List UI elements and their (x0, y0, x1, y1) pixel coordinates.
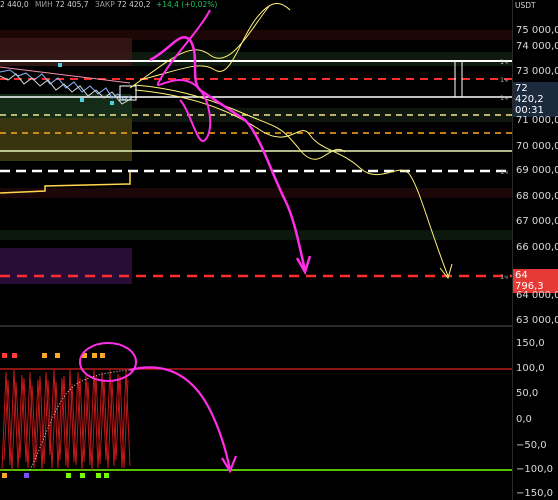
marker-3 (80, 98, 84, 102)
volume-profile-yellow (0, 117, 132, 161)
yellow-path-1 (129, 4, 271, 89)
price-tick: 67 000,0 (516, 216, 558, 227)
osc-tick: 0,0 (516, 414, 532, 425)
osc-tick: 150,0 (516, 338, 545, 349)
chart-canvas[interactable]: 1ч 1ч 1ч 1ч 1ч (0, 0, 558, 500)
change-value: +14,4 (+0,02%) (155, 0, 218, 9)
volume-profile-purple (0, 248, 132, 284)
osc-tick: 50,0 (516, 388, 539, 399)
price-tick: 64 000,0 (516, 290, 558, 301)
level-tag-4: 1ч (500, 168, 508, 176)
yellow-path-3 (134, 84, 346, 160)
close-value: 72 420,2 (117, 0, 151, 9)
price-tick: 71 000,0 (516, 115, 558, 126)
level-tag-3: 1ч (500, 94, 508, 102)
level-tag-1: 1ч (500, 58, 508, 66)
osc-tick: −100,0 (516, 464, 554, 475)
price-tick: 69 000,0 (516, 165, 558, 176)
level-tag-5: 1ч (500, 273, 508, 281)
current-price-badge: 72 420,2 00:31 (513, 82, 558, 117)
low-label: МИН (35, 0, 53, 9)
magenta-osc-arrow (129, 366, 232, 471)
close-label: ЗАКР (94, 0, 115, 9)
magenta-circle (79, 342, 137, 382)
osc-tick: 100,0 (516, 363, 545, 374)
range-bracket (454, 60, 463, 98)
low-value: 72 405,7 (55, 0, 89, 9)
price-tick: 75 000,0 (516, 25, 558, 36)
current-price: 72 420,2 (515, 83, 544, 105)
price-tick: 70 000,0 (516, 141, 558, 152)
oscillator-waves (1, 369, 131, 471)
osc-tick: −150,0 (516, 488, 554, 499)
osc-tick: −50,0 (516, 440, 547, 451)
price-tick: 74 000,0 (516, 41, 558, 52)
marker-2 (110, 101, 114, 105)
price-axis[interactable]: USDT 75 000,0 74 000,0 73 000,0 72 420,2… (512, 0, 558, 500)
open-value: 2 440,0 (0, 0, 29, 9)
band-low1 (0, 188, 512, 198)
currency-unit: USDT (515, 1, 536, 10)
price-tick: 68 000,0 (516, 191, 558, 202)
price-tick: 66 000,0 (516, 242, 558, 253)
price-tick: 63 000,0 (516, 315, 558, 326)
marker-1 (58, 63, 62, 67)
band-low2 (0, 230, 512, 240)
price-tick: 73 000,0 (516, 66, 558, 77)
level-tag-2: 1ч (500, 76, 508, 84)
yellow-path-4 (139, 2, 291, 81)
ohlc-legend: 2 440,0 МИН 72 405,7 ЗАКР 72 420,2 +14,4… (0, 0, 217, 9)
